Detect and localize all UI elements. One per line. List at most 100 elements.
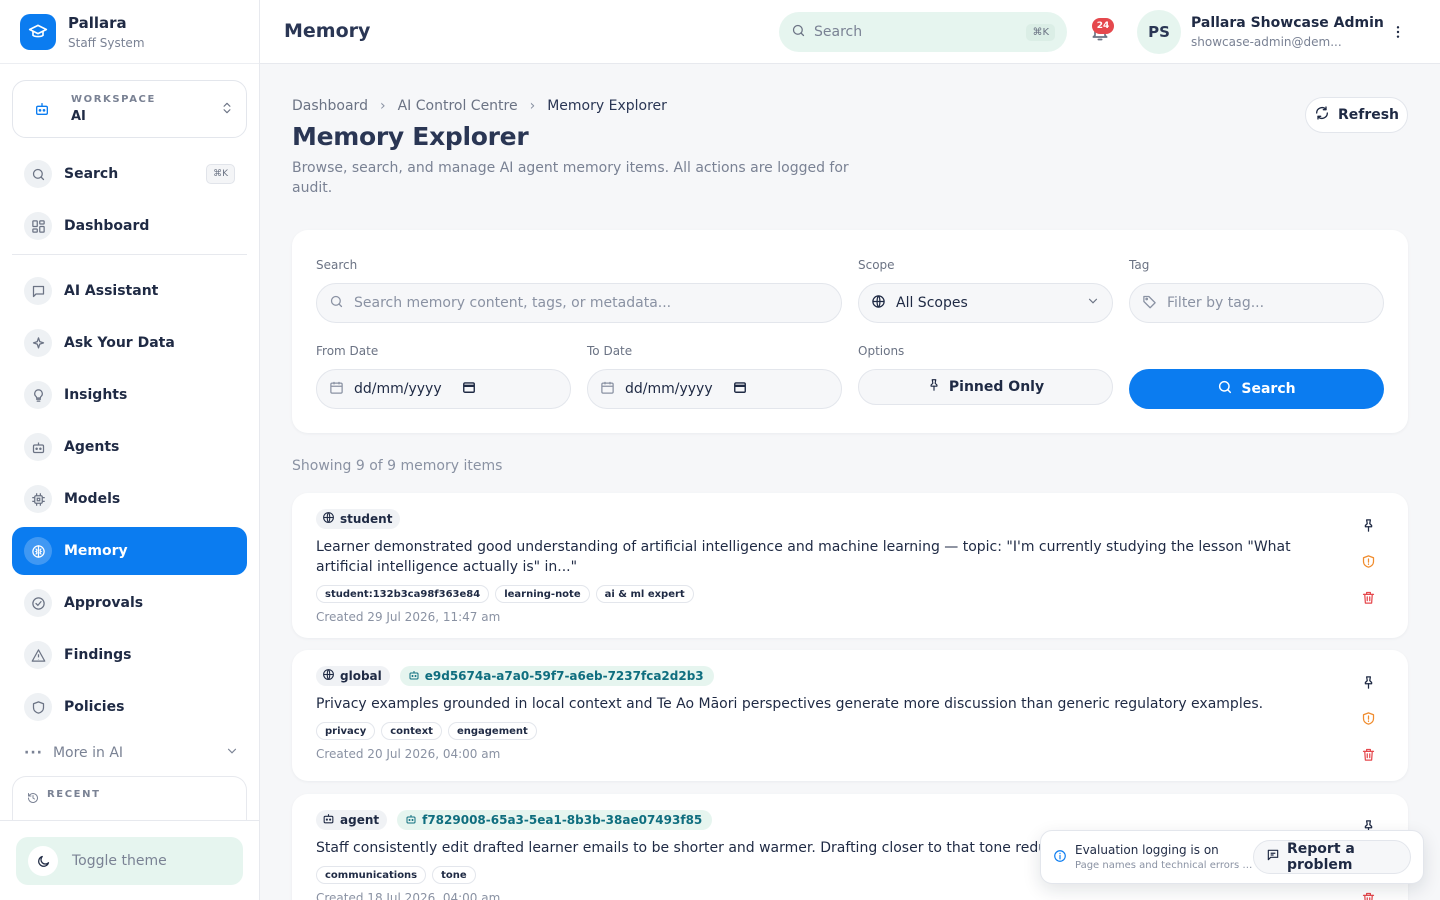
refresh-icon: [1314, 105, 1338, 125]
sidebar-item-label: AI Assistant: [64, 283, 159, 299]
sidebar-item-ai-assistant[interactable]: AI Assistant: [12, 267, 247, 315]
memory-created-date: Created 20 Jul 2026, 04:00 am: [316, 747, 501, 761]
toast-description: Page names and technical errors are reco…: [1075, 860, 1253, 871]
refresh-button[interactable]: Refresh: [1305, 97, 1408, 133]
sidebar-item-findings[interactable]: Findings: [12, 631, 247, 679]
shield-alert-icon[interactable]: [1358, 708, 1378, 728]
tag-chip[interactable]: tone: [432, 866, 476, 884]
to-date-label: To Date: [587, 344, 633, 358]
from-date-placeholder: dd/mm/yyyy: [354, 381, 442, 397]
trash-icon[interactable]: [1358, 587, 1378, 607]
agent-id-label: e9d5674a-a7a0-59f7-a6eb-7237fca2d2b3: [424, 669, 704, 683]
sidebar-item-label: Memory: [64, 543, 128, 559]
tag-chip[interactable]: communications: [316, 866, 427, 884]
breadcrumb-current: Memory Explorer: [547, 98, 667, 114]
calendar-picker-icon[interactable]: [733, 380, 747, 398]
pin-icon: [927, 378, 949, 396]
toggle-theme-button[interactable]: Toggle theme: [16, 837, 243, 885]
sidebar-item-models[interactable]: Models: [12, 475, 247, 523]
sidebar-item-approvals[interactable]: Approvals: [12, 579, 247, 627]
more-in-ai-toggle[interactable]: ··· More in AI: [24, 740, 239, 766]
sidebar-item-insights[interactable]: Insights: [12, 371, 247, 419]
pinned-only-toggle[interactable]: Pinned Only: [858, 369, 1113, 405]
tag-chip[interactable]: engagement: [447, 722, 537, 740]
ellipsis-icon: ···: [24, 745, 43, 761]
sidebar-item-label: Approvals: [64, 595, 144, 611]
top-header: Memory Search ⌘K 24 PS Pallara Showcase …: [260, 0, 1440, 64]
page-title: Memory Explorer: [292, 122, 529, 151]
from-date-input[interactable]: dd/mm/yyyy: [316, 369, 571, 409]
sidebar-item-dashboard[interactable]: Dashboard: [12, 202, 247, 250]
memory-tags: privacy context engagement: [316, 722, 543, 740]
pinned-only-label: Pinned Only: [948, 379, 1045, 395]
tag-filter-placeholder: Filter by tag...: [1167, 295, 1265, 311]
breadcrumb-dashboard[interactable]: Dashboard: [292, 98, 368, 114]
scope-badge: global: [316, 666, 390, 686]
results-count: Showing 9 of 9 memory items: [292, 458, 503, 474]
breadcrumb-ai-control-centre[interactable]: AI Control Centre: [398, 98, 518, 114]
search-label: Search: [316, 258, 358, 272]
shield-icon: [24, 693, 52, 721]
sidebar-item-label: Dashboard: [64, 218, 150, 234]
scope-label: Scope: [858, 258, 895, 272]
nav-divider: [12, 254, 247, 255]
report-problem-button[interactable]: Report a problem: [1253, 840, 1411, 874]
robot-icon: [24, 433, 52, 461]
scope-select[interactable]: All Scopes: [858, 283, 1113, 323]
pin-icon[interactable]: [1358, 672, 1378, 692]
filter-panel: Search Search memory content, tags, or m…: [292, 230, 1408, 433]
memory-search-input[interactable]: Search memory content, tags, or metadata…: [316, 283, 842, 323]
pin-icon[interactable]: [1358, 515, 1378, 535]
memory-created-date: Created 29 Jul 2026, 11:47 am: [316, 610, 501, 624]
robot-icon: [405, 813, 422, 828]
calendar-picker-icon[interactable]: [462, 380, 476, 398]
agent-id-badge[interactable]: f7829008-65a3-5ea1-8b3b-38ae07493f85: [397, 810, 713, 830]
tag-chip[interactable]: context: [381, 722, 442, 740]
more-vertical-icon[interactable]: [1388, 22, 1408, 42]
memory-actions: [1358, 515, 1378, 623]
sidebar-item-ask-your-data[interactable]: Ask Your Data: [12, 319, 247, 367]
trash-icon[interactable]: [1358, 888, 1378, 900]
lightbulb-icon: [24, 381, 52, 409]
check-circle-icon: [24, 589, 52, 617]
sidebar-item-label: Ask Your Data: [64, 335, 175, 351]
workspace-value: AI: [71, 109, 86, 124]
scope-value: All Scopes: [896, 295, 968, 311]
sidebar: Pallara Staff System WORKSPACE AI Search…: [0, 0, 260, 900]
sidebar-item-policies[interactable]: Policies: [12, 683, 247, 731]
global-search-input[interactable]: Search ⌘K: [779, 12, 1067, 52]
sidebar-item-memory[interactable]: Memory: [12, 527, 247, 575]
workspace-switcher[interactable]: WORKSPACE AI: [12, 80, 247, 138]
scope-badge: student: [316, 509, 401, 529]
shortcut-badge: ⌘K: [1026, 23, 1055, 41]
trash-icon[interactable]: [1358, 744, 1378, 764]
user-name: Pallara Showcase Admin: [1191, 15, 1384, 31]
moon-icon: [28, 846, 58, 876]
sidebar-item-agents[interactable]: Agents: [12, 423, 247, 471]
memory-search-placeholder: Search memory content, tags, or metadata…: [354, 295, 672, 311]
shield-alert-icon[interactable]: [1358, 551, 1378, 571]
shortcut-badge: ⌘K: [206, 164, 235, 184]
to-date-input[interactable]: dd/mm/yyyy: [587, 369, 842, 409]
scope-badge-label: global: [340, 669, 382, 683]
tag-chip[interactable]: privacy: [316, 722, 376, 740]
workspace-label: WORKSPACE: [71, 94, 156, 105]
chat-bubble-icon: [24, 277, 52, 305]
scope-badge-label: agent: [340, 813, 380, 827]
memory-created-date: Created 18 Jul 2026, 04:00 am: [316, 891, 501, 900]
tag-chip[interactable]: learning-note: [495, 585, 590, 603]
sidebar-item-search[interactable]: Search ⌘K: [12, 150, 247, 198]
search-icon: [24, 160, 52, 188]
memory-tags: student:132b3ca98f363e84 learning-note a…: [316, 585, 700, 603]
tag-chip[interactable]: student:132b3ca98f363e84: [316, 585, 490, 603]
history-icon: [27, 789, 39, 808]
header-title: Memory: [284, 20, 371, 42]
avatar[interactable]: PS: [1137, 10, 1181, 54]
search-button[interactable]: Search: [1129, 369, 1384, 409]
calendar-icon: [600, 380, 615, 399]
agent-id-badge[interactable]: e9d5674a-a7a0-59f7-a6eb-7237fca2d2b3: [399, 666, 714, 686]
breadcrumb-separator: ›: [379, 98, 386, 114]
brand[interactable]: Pallara Staff System: [0, 0, 259, 64]
tag-chip[interactable]: ai & ml expert: [595, 585, 694, 603]
tag-filter-input[interactable]: Filter by tag...: [1129, 283, 1384, 323]
